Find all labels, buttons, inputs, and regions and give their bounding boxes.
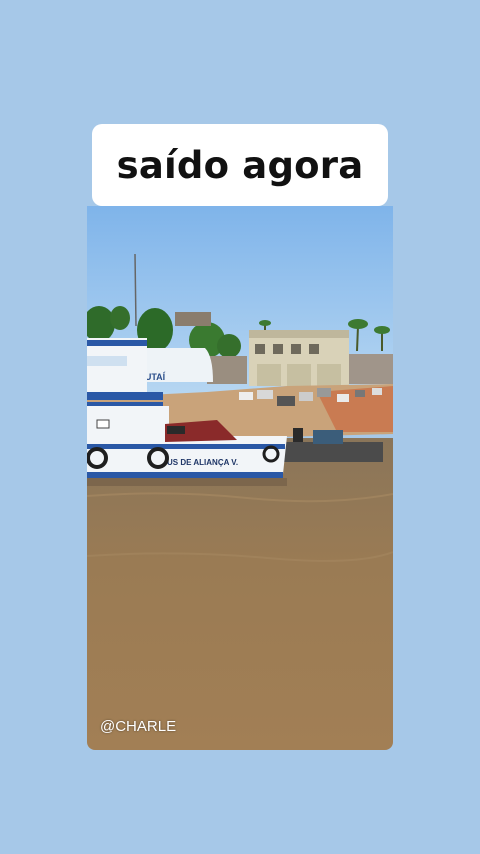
- story-caption-box: saído agora: [92, 124, 388, 206]
- side-building: [349, 354, 393, 384]
- boat-hull-text: US DE ALIANÇA V.: [167, 458, 238, 467]
- story-caption-text: saído agora: [116, 143, 364, 187]
- hill-house: [175, 312, 211, 326]
- antenna-tower: [134, 253, 137, 327]
- watermark-handle: @CHARLE: [100, 718, 177, 735]
- story-photo: TO JUTAÍ US DE ALIANÇA V. @CHARLE: [87, 206, 393, 750]
- warehouse-building: [249, 330, 349, 386]
- house: [207, 356, 247, 384]
- river-port-scene: TO JUTAÍ US DE ALIANÇA V.: [87, 206, 393, 750]
